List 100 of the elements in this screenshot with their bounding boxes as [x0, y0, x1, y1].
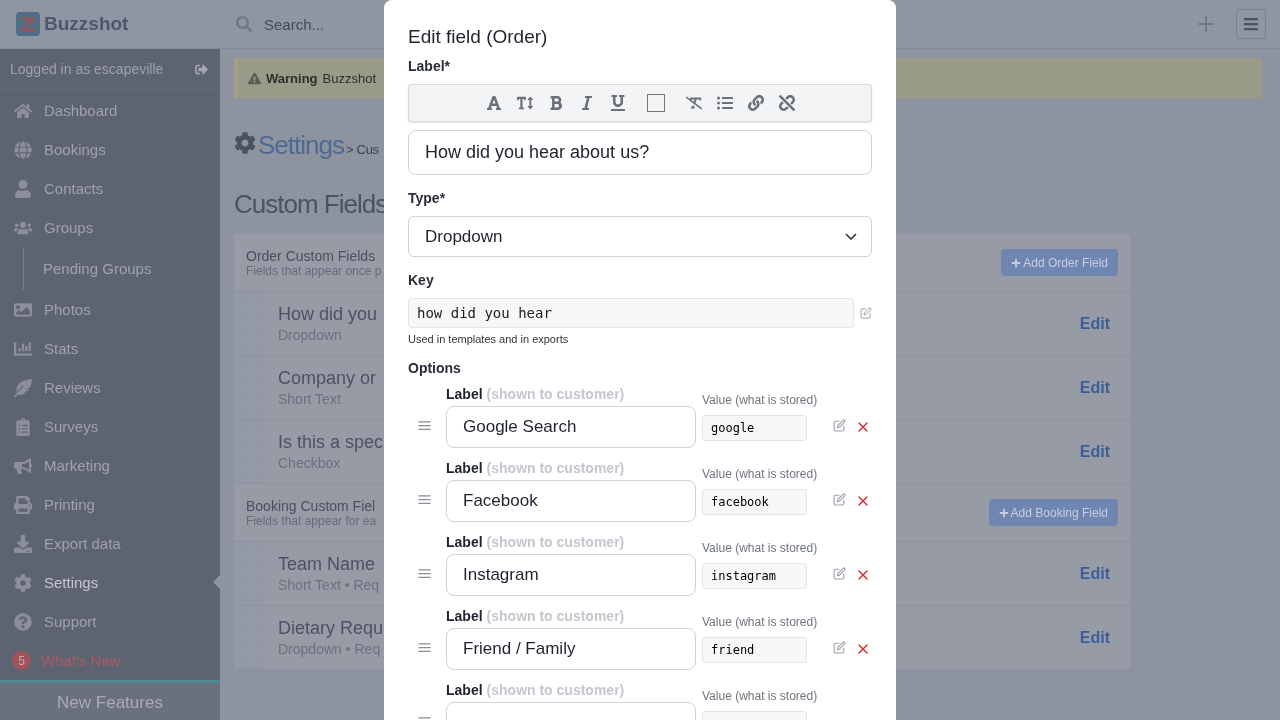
sidebar-item[interactable]: Groups [0, 208, 220, 247]
option-label-hint: (shown to customer) [486, 460, 625, 476]
logo-text: Buzzshot [44, 13, 129, 35]
page-title: Custom Fields [234, 189, 388, 220]
option-label-hint: (shown to customer) [486, 534, 625, 550]
list-icon[interactable] [716, 95, 733, 111]
option-value-heading: Value (what is stored) [702, 615, 818, 629]
option-value-heading: Value (what is stored) [702, 393, 818, 407]
sidebar-item[interactable]: Surveys [0, 407, 220, 446]
printer-icon [12, 495, 34, 514]
unlink-icon[interactable] [778, 95, 795, 111]
sidebar-item[interactable]: Marketing [0, 446, 220, 485]
key-field[interactable]: how_did_you_hear [408, 298, 854, 328]
menu-button[interactable] [1236, 9, 1266, 39]
sidebar-subitem[interactable]: Pending Groups [23, 247, 220, 290]
field-label: Type* [408, 190, 447, 206]
option-value-field[interactable]: friend [702, 637, 807, 663]
field-title: Team Name [278, 554, 376, 575]
option-value-heading: Value (what is stored) [702, 541, 818, 555]
globe-icon [12, 140, 34, 159]
breadcrumb-link[interactable]: Settings [258, 130, 344, 161]
edit-link[interactable]: Edit [1079, 378, 1110, 397]
key-hint: Used in templates and in exports [408, 333, 570, 345]
sidebar-item[interactable]: Reviews [0, 368, 220, 407]
option-label-input[interactable]: Friend / Family [446, 628, 696, 670]
field-title: Is this a spec [278, 432, 384, 453]
underline-icon[interactable] [609, 95, 626, 111]
edit-icon[interactable] [860, 307, 872, 319]
field-title: Dietary Requ [278, 618, 384, 639]
dialog-title: Edit field (Order) [408, 26, 549, 48]
sign-out-icon[interactable] [195, 62, 208, 76]
option-value-field[interactable]: facebook [702, 489, 807, 515]
new-features-button[interactable]: New Features [0, 680, 220, 720]
sidebar-item[interactable]: 5 What's New [0, 641, 220, 680]
settings-icon [234, 132, 256, 154]
home-icon [12, 101, 34, 120]
bar-chart-icon [12, 339, 34, 358]
chevron-down-icon [845, 233, 857, 240]
breadcrumb-text: > Cus [345, 142, 379, 157]
link-icon[interactable] [747, 95, 764, 111]
field-label: Key [408, 272, 435, 288]
clear-format-icon[interactable] [685, 95, 702, 111]
plus-icon [998, 507, 1009, 518]
option-value-field[interactable]: google [702, 415, 807, 441]
option-label-heading: Label [446, 682, 483, 698]
edit-link[interactable]: Edit [1079, 314, 1110, 333]
text-size-icon[interactable] [516, 95, 533, 111]
field-title: Company or [278, 368, 377, 389]
option-label-heading: Label [446, 608, 483, 624]
sidebar-item[interactable]: Bookings [0, 130, 220, 169]
edit-icon[interactable] [830, 641, 848, 654]
feather-icon [12, 378, 34, 397]
edit-link[interactable]: Edit [1079, 564, 1110, 583]
search-field[interactable]: Search... [262, 14, 386, 34]
warning-label: Warning [266, 70, 318, 86]
font-icon[interactable] [485, 95, 502, 111]
option-value-field[interactable]: instagram [702, 563, 807, 589]
option-label-input[interactable]: Instagram [446, 554, 696, 596]
warning-icon [248, 71, 261, 85]
type-select[interactable]: Dropdown [408, 216, 872, 257]
logged-in-text: Logged in as escapeville [10, 61, 164, 77]
warning-text: Buzzshot [322, 70, 376, 86]
add-field-button[interactable]: Add Order Field [1001, 249, 1118, 276]
field-label: Options [408, 360, 462, 376]
menu-icon [1243, 16, 1259, 32]
option-value-heading: Value (what is stored) [702, 689, 818, 703]
edit-link[interactable]: Edit [1079, 442, 1110, 461]
option-value-heading: Value (what is stored) [702, 467, 818, 481]
edit-icon[interactable] [830, 567, 848, 580]
option-label-heading: Label [446, 386, 483, 402]
sidebar-item[interactable]: Contacts [0, 169, 220, 208]
sidebar-item[interactable]: Photos [0, 290, 220, 329]
settings-icon [12, 573, 34, 592]
plus-icon [1011, 257, 1022, 268]
add-field-button[interactable]: Add Booking Field [988, 499, 1118, 526]
color-swatch-icon[interactable] [646, 94, 665, 112]
edit-icon[interactable] [830, 493, 848, 506]
option-label-hint: (shown to customer) [486, 608, 625, 624]
option-label-input[interactable]: Facebook [446, 480, 696, 522]
sidebar-item[interactable]: Printing [0, 485, 220, 524]
megaphone-icon [12, 456, 34, 475]
help-icon [12, 612, 34, 631]
option-label-input[interactable]: Google Search [446, 406, 696, 448]
sidebar-item[interactable]: Settings [0, 563, 220, 602]
edit-icon[interactable] [830, 419, 848, 432]
download-icon [12, 534, 34, 553]
label-input[interactable]: How did you hear about us? [408, 130, 872, 175]
option-label-heading: Label [446, 534, 483, 550]
option-label-heading: Label [446, 460, 483, 476]
sidebar-item[interactable]: Stats [0, 329, 220, 368]
sidebar-item[interactable]: Dashboard [0, 91, 220, 130]
image-icon [12, 300, 34, 319]
edit-link[interactable]: Edit [1079, 628, 1110, 647]
active-pointer [213, 575, 220, 589]
sidebar-item[interactable]: Export data [0, 524, 220, 563]
field-title: How did you [278, 304, 378, 325]
sidebar-item[interactable]: Support [0, 602, 220, 641]
section-title: Order Custom Fields [246, 247, 377, 264]
search-icon [236, 16, 252, 32]
option-label-hint: (shown to customer) [486, 682, 625, 698]
